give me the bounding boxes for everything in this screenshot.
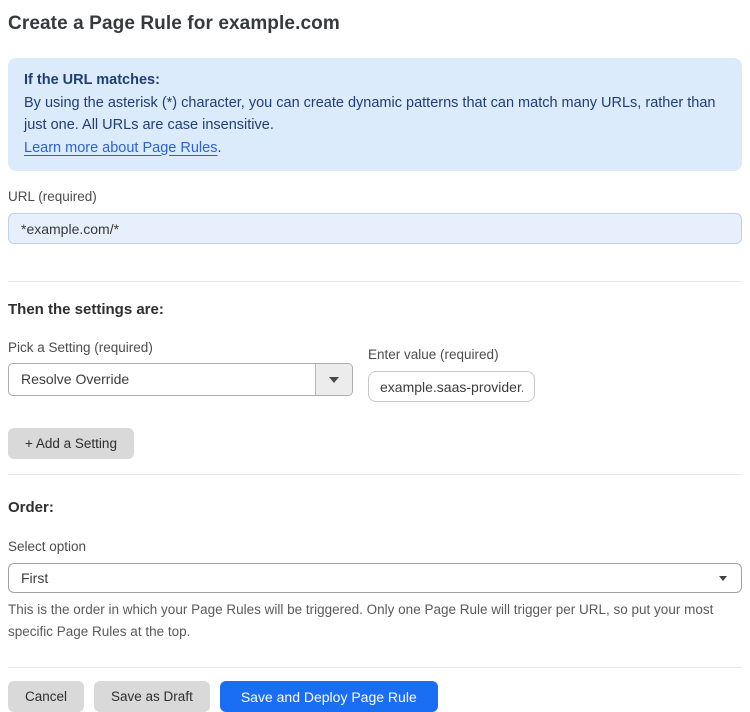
info-box-heading: If the URL matches: — [24, 72, 160, 88]
order-select-arrow — [719, 575, 741, 581]
actions-row: Cancel Save as Draft Save and Deploy Pag… — [8, 681, 742, 712]
link-period: . — [217, 139, 222, 156]
setting-value-label: Enter value (required) — [368, 347, 499, 362]
divider — [8, 474, 742, 475]
save-and-deploy-button[interactable]: Save and Deploy Page Rule — [219, 681, 438, 712]
divider — [8, 667, 742, 668]
order-select-label: Select option — [8, 539, 87, 554]
setting-select-value: Resolve Override — [21, 371, 130, 387]
setting-select[interactable]: Resolve Override — [8, 363, 353, 396]
learn-more-link[interactable]: Learn more about Page Rules — [24, 140, 217, 156]
url-input[interactable] — [8, 213, 742, 244]
url-match-info-box: If the URL matches: By using the asteris… — [8, 58, 742, 171]
settings-section-heading: Then the settings are: — [8, 301, 164, 318]
add-setting-button[interactable]: + Add a Setting — [8, 428, 134, 459]
settings-row: Pick a Setting (required) Resolve Overri… — [8, 340, 742, 402]
order-select[interactable]: First — [8, 563, 742, 593]
order-select-value: First — [21, 570, 49, 586]
info-box-body: By using the asterisk (*) character, you… — [24, 94, 716, 156]
setting-select-arrow-button[interactable] — [315, 364, 352, 395]
chevron-down-icon — [329, 376, 339, 383]
url-field-label: URL (required) — [8, 189, 97, 204]
create-page-rule-panel: Create a Page Rule for example.com If th… — [0, 0, 750, 712]
chevron-down-icon — [719, 575, 727, 581]
setting-value-input[interactable] — [368, 371, 535, 402]
setting-picker-label: Pick a Setting (required) — [8, 340, 153, 355]
setting-picker-column: Pick a Setting (required) Resolve Overri… — [8, 340, 353, 402]
page-title: Create a Page Rule for example.com — [8, 13, 340, 34]
cancel-button[interactable]: Cancel — [8, 681, 85, 712]
save-as-draft-button[interactable]: Save as Draft — [94, 681, 210, 712]
order-help-text: This is the order in which your Page Rul… — [8, 602, 714, 639]
order-section-heading: Order: — [8, 499, 54, 516]
setting-value-column: Enter value (required) — [368, 340, 535, 402]
divider — [8, 281, 742, 282]
